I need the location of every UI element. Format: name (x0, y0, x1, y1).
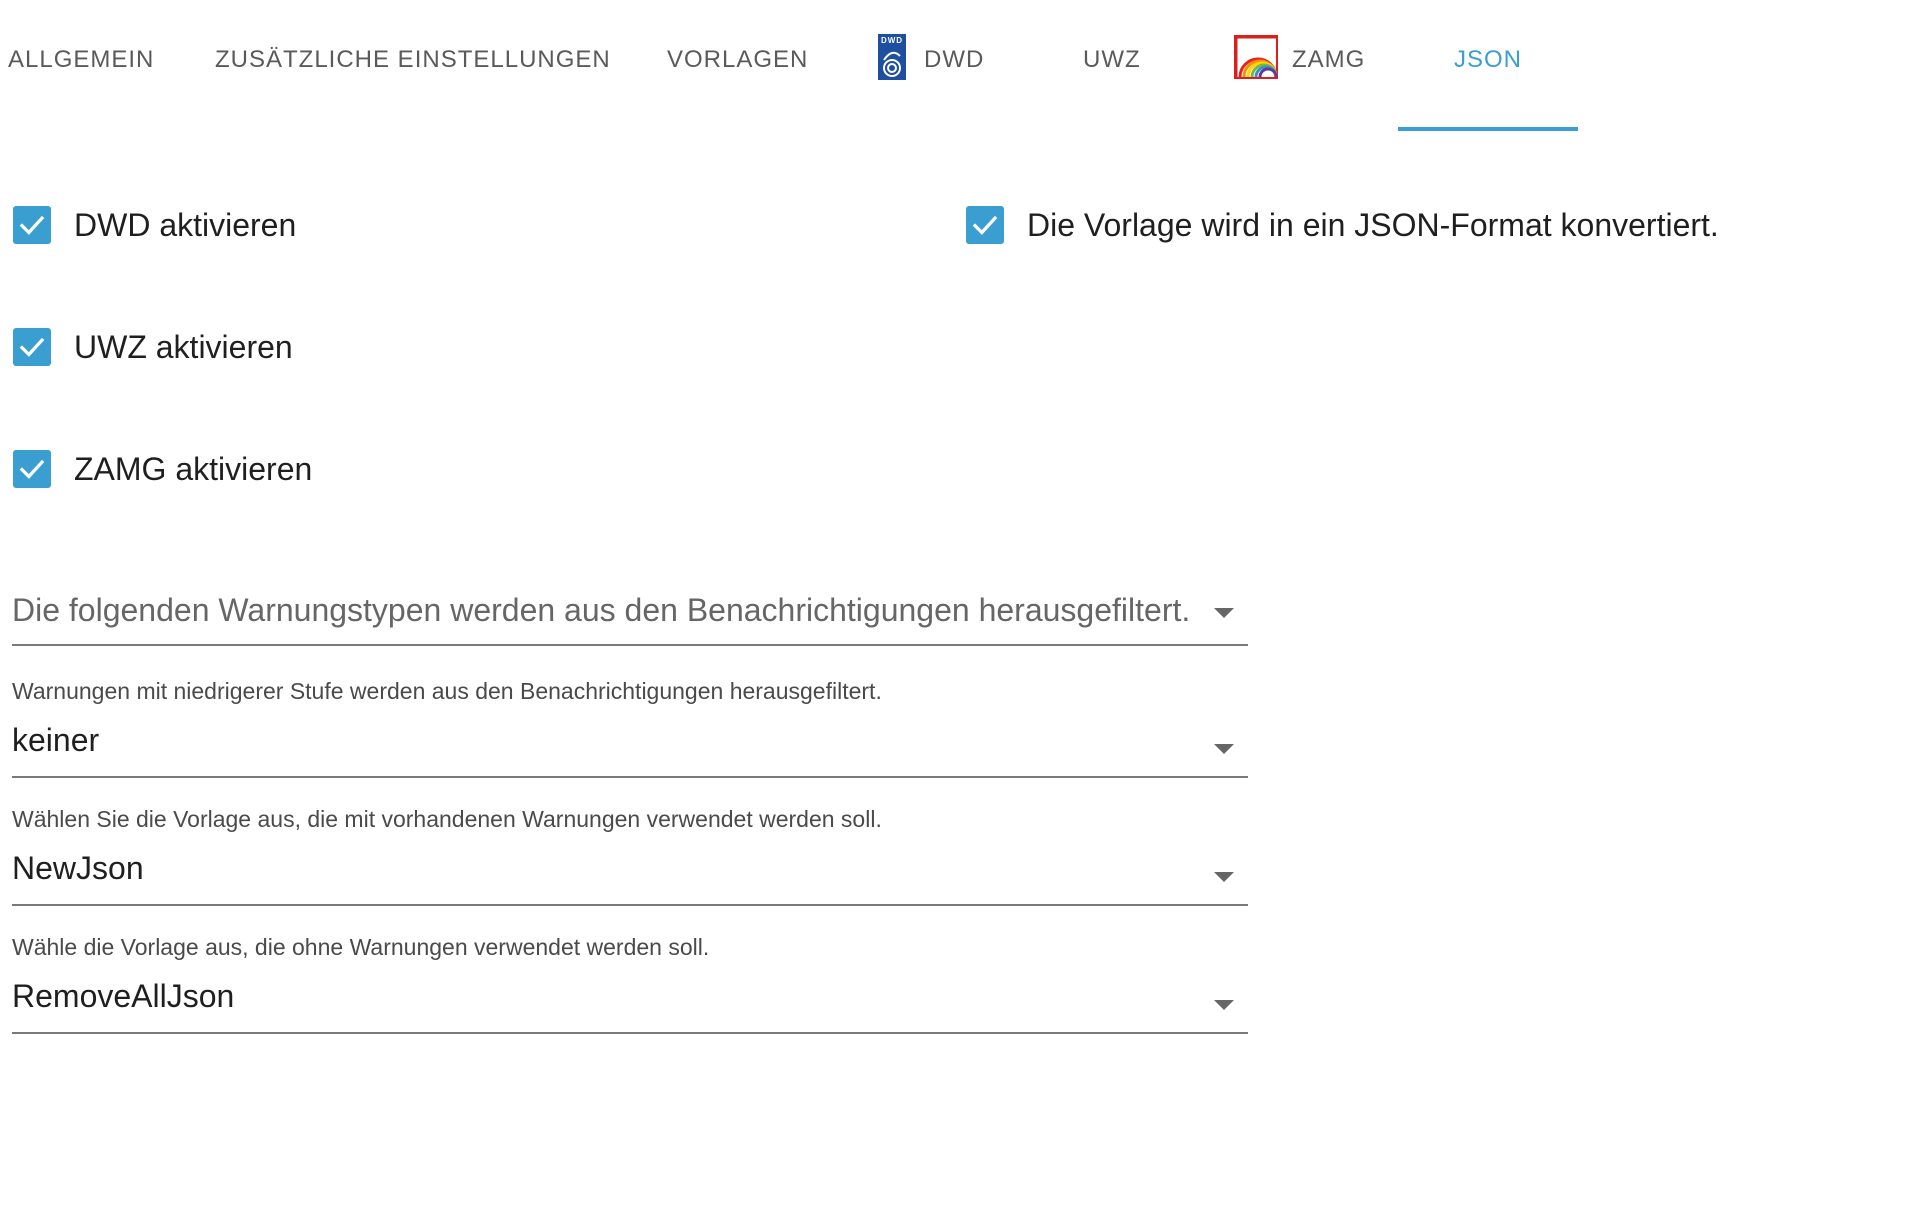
checkmark-icon (19, 459, 45, 479)
template-with-warnings-field: Wählen Sie die Vorlage aus, die mit vorh… (12, 802, 1248, 906)
checkbox-json-format[interactable]: Die Vorlage wird in ein JSON-Format konv… (966, 206, 1719, 244)
template-with-warnings-select[interactable]: NewJson (12, 840, 1248, 906)
tab-label: VORLAGEN (667, 46, 809, 73)
checkbox-checked[interactable] (13, 206, 51, 244)
tab-bar: ALLGEMEIN ZUSÄTZLICHE EINSTELLUNGEN VORL… (0, 0, 1924, 132)
warning-level-select[interactable]: keiner (12, 712, 1248, 778)
warning-types-filter-select[interactable]: Die folgenden Warnungstypen werden aus d… (12, 588, 1248, 646)
checkbox-checked[interactable] (966, 206, 1004, 244)
template-without-warnings-value: RemoveAllJson (12, 978, 235, 1014)
checkbox-dwd-aktivieren[interactable]: DWD aktivieren (13, 206, 296, 244)
active-tab-indicator (1398, 127, 1578, 131)
checkmark-icon (19, 337, 45, 357)
tab-dwd[interactable]: DWD DWD (878, 0, 984, 120)
checkbox-zamg-aktivieren[interactable]: ZAMG aktivieren (13, 450, 312, 488)
chevron-down-icon (1214, 608, 1234, 618)
template-without-warnings-field: Wähle die Vorlage aus, die ohne Warnunge… (12, 930, 1248, 1034)
tab-label: ZAMG (1292, 46, 1366, 73)
warning-level-value: keiner (12, 722, 100, 758)
checkbox-label: DWD aktivieren (74, 206, 297, 243)
template-with-warnings-value: NewJson (12, 850, 144, 886)
tab-vorlagen[interactable]: VORLAGEN (667, 0, 808, 120)
tab-label: ALLGEMEIN (8, 46, 155, 73)
dwd-logo-icon: DWD (878, 33, 906, 87)
checkmark-icon (972, 215, 998, 235)
tab-json[interactable]: JSON (1454, 0, 1522, 120)
checkbox-checked[interactable] (13, 450, 51, 488)
dwd-logo-text: DWD (881, 36, 903, 45)
tab-zamg[interactable]: ZAMG (1234, 0, 1365, 120)
tab-label: ZUSÄTZLICHE EINSTELLUNGEN (215, 46, 611, 73)
checkmark-icon (19, 215, 45, 235)
template-without-warnings-helper: Wähle die Vorlage aus, die ohne Warnunge… (12, 934, 710, 960)
checkbox-uwz-aktivieren[interactable]: UWZ aktivieren (13, 328, 293, 366)
tab-allgemein[interactable]: ALLGEMEIN (8, 0, 154, 120)
tab-zusaetzliche-einstellungen[interactable]: ZUSÄTZLICHE EINSTELLUNGEN (215, 0, 611, 120)
template-without-warnings-select[interactable]: RemoveAllJson (12, 968, 1248, 1034)
checkbox-label: UWZ aktivieren (74, 328, 293, 365)
chevron-down-icon (1214, 744, 1234, 754)
tab-label: JSON (1454, 46, 1523, 73)
chevron-down-icon (1214, 872, 1234, 882)
chevron-down-icon (1214, 1000, 1234, 1010)
template-with-warnings-helper: Wählen Sie die Vorlage aus, die mit vorh… (12, 806, 882, 832)
zamg-logo-icon (1234, 34, 1278, 86)
checkbox-label: ZAMG aktivieren (74, 450, 313, 487)
warning-types-filter-field: Die folgenden Warnungstypen werden aus d… (12, 588, 1248, 646)
tab-label: UWZ (1083, 46, 1141, 73)
warning-level-helper: Warnungen mit niedrigerer Stufe werden a… (12, 678, 882, 704)
warning-level-field: Warnungen mit niedrigerer Stufe werden a… (12, 674, 1248, 778)
tab-uwz[interactable]: UWZ (1083, 0, 1141, 120)
checkbox-label: Die Vorlage wird in ein JSON-Format konv… (1027, 206, 1719, 243)
tab-label: DWD (924, 46, 985, 73)
warning-types-filter-placeholder: Die folgenden Warnungstypen werden aus d… (12, 592, 1191, 628)
checkbox-checked[interactable] (13, 328, 51, 366)
